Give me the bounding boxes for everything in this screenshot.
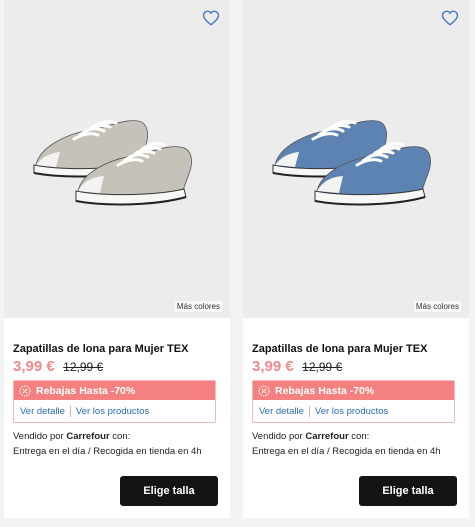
heart-outline-icon[interactable]	[202, 9, 220, 27]
price-row: 3,99 € 12,99 €	[13, 358, 103, 376]
delivery-options: Entrega en el día / Recogida en tienda e…	[252, 446, 441, 457]
more-colors-label[interactable]: Más colores	[174, 301, 222, 312]
product-card[interactable]: Más colores Zapatillas de lona para Muje…	[243, 0, 469, 518]
view-products-link[interactable]: Ver los productos	[315, 406, 388, 417]
promo-banner: Rebajas Hasta -70%	[253, 381, 454, 400]
current-price: 3,99 €	[13, 358, 55, 375]
promo-links: Ver detalle Ver los productos	[253, 400, 454, 422]
product-card[interactable]: Más colores Zapatillas de lona para Muje…	[4, 0, 230, 518]
seller-info: Vendido por Carrefour con:	[252, 431, 369, 442]
seller-name: Carrefour	[305, 431, 349, 442]
more-colors-label[interactable]: Más colores	[413, 301, 461, 312]
product-photo	[272, 120, 431, 206]
choose-size-button[interactable]: Elige talla	[359, 476, 457, 506]
promo-box: Rebajas Hasta -70% Ver detalle Ver los p…	[13, 380, 216, 423]
promo-text: Rebajas Hasta -70%	[36, 384, 136, 397]
seller-prefix: Vendido por	[13, 431, 67, 442]
divider	[308, 405, 310, 417]
view-detail-link[interactable]: Ver detalle	[259, 406, 304, 417]
view-products-link[interactable]: Ver los productos	[76, 406, 149, 417]
promo-text: Rebajas Hasta -70%	[275, 384, 375, 397]
choose-size-button[interactable]: Elige talla	[120, 476, 218, 506]
seller-info: Vendido por Carrefour con:	[13, 431, 130, 442]
product-image[interactable]: Más colores	[243, 0, 469, 318]
promo-links: Ver detalle Ver los productos	[14, 400, 215, 422]
discount-badge-icon	[19, 385, 31, 396]
seller-name: Carrefour	[66, 431, 110, 442]
price-row: 3,99 € 12,99 €	[252, 358, 342, 376]
promo-box: Rebajas Hasta -70% Ver detalle Ver los p…	[252, 380, 455, 423]
product-title[interactable]: Zapatillas de lona para Mujer TEX	[252, 343, 427, 355]
delivery-options: Entrega en el día / Recogida en tienda e…	[13, 446, 202, 457]
product-image[interactable]: Más colores	[4, 0, 230, 318]
seller-suffix: con:	[109, 431, 131, 442]
seller-suffix: con:	[348, 431, 370, 442]
seller-prefix: Vendido por	[252, 431, 306, 442]
promo-banner: Rebajas Hasta -70%	[14, 381, 215, 400]
discount-badge-icon	[258, 385, 270, 396]
current-price: 3,99 €	[252, 358, 294, 375]
old-price: 12,99 €	[63, 360, 104, 374]
product-title[interactable]: Zapatillas de lona para Mujer TEX	[13, 343, 188, 355]
divider	[69, 405, 71, 417]
view-detail-link[interactable]: Ver detalle	[20, 406, 65, 417]
heart-outline-icon[interactable]	[441, 9, 459, 27]
product-photo	[33, 120, 192, 206]
old-price: 12,99 €	[302, 360, 343, 374]
